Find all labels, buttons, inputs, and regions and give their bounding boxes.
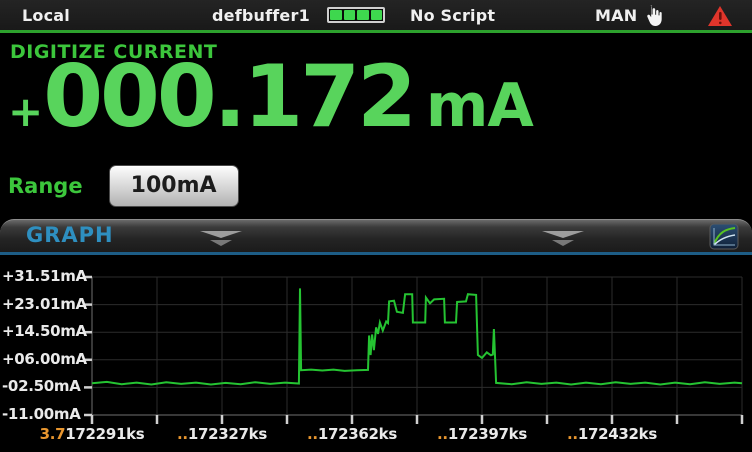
x-tick-value: 172291ks xyxy=(65,425,144,443)
range-button[interactable]: 100mA xyxy=(109,165,239,207)
x-tick-prefix: .. xyxy=(437,425,448,443)
status-buffer-name[interactable]: defbuffer1 xyxy=(212,6,310,25)
y-tick-label: +23.01mA xyxy=(2,295,80,313)
reading-unit: mA xyxy=(426,71,533,141)
x-tick-label: ..172397ks xyxy=(412,425,552,443)
buffer-segment xyxy=(330,10,342,20)
instrument-screen: Local defbuffer1 No Script MAN DIGITIZE … xyxy=(0,0,752,452)
graph-section: +31.51mA +23.01mA +14.50mA +06.00mA -02.50mA… xyxy=(0,255,752,452)
warning-triangle-icon[interactable] xyxy=(707,5,733,27)
graph-thumbnail-icon[interactable] xyxy=(709,223,739,250)
hand-pointer-icon xyxy=(640,3,666,29)
y-tick-label: +06.00mA xyxy=(2,350,80,368)
graph-swipe-bar[interactable]: GRAPH xyxy=(0,219,752,252)
graph-plot[interactable] xyxy=(84,271,752,431)
x-tick-prefix: .. xyxy=(177,425,188,443)
buffer-segment xyxy=(344,10,356,20)
y-tick-label: -02.50mA xyxy=(2,377,80,395)
y-tick-label: -11.00mA xyxy=(2,405,80,423)
x-tick-label: ..172432ks xyxy=(542,425,682,443)
x-tick-value: 172432ks xyxy=(578,425,657,443)
status-trigger-mode[interactable]: MAN xyxy=(595,6,637,25)
buffer-segment xyxy=(357,10,369,20)
x-tick-value: 172327ks xyxy=(188,425,267,443)
x-tick-value: 172362ks xyxy=(318,425,397,443)
reading-sign: + xyxy=(8,87,43,136)
buffer-fill-indicator[interactable] xyxy=(327,7,385,23)
y-tick-label: +31.51mA xyxy=(2,267,80,285)
range-row: Range 100mA xyxy=(8,165,239,207)
x-tick-prefix: .. xyxy=(307,425,318,443)
x-tick-prefix: 3.7 xyxy=(40,425,66,443)
main-reading: + 000.172 mA xyxy=(8,52,533,142)
buffer-segment xyxy=(371,10,383,20)
status-bar: Local defbuffer1 No Script MAN xyxy=(0,0,752,30)
x-tick-label: ..172362ks xyxy=(282,425,422,443)
status-local[interactable]: Local xyxy=(22,6,70,25)
x-tick-label: 3.7172291ks xyxy=(22,425,162,443)
reading-digits: 000.172 xyxy=(43,52,414,142)
green-divider-line xyxy=(0,30,752,33)
x-tick-value: 172397ks xyxy=(448,425,527,443)
status-script[interactable]: No Script xyxy=(410,6,495,25)
graph-panel-title: GRAPH xyxy=(26,223,114,247)
range-label: Range xyxy=(8,174,83,198)
swipe-handle-left-icon[interactable] xyxy=(199,231,243,246)
swipe-handle-right-icon[interactable] xyxy=(541,231,585,246)
y-tick-label: +14.50mA xyxy=(2,322,80,340)
x-tick-label: ..172327ks xyxy=(152,425,292,443)
x-tick-prefix: .. xyxy=(567,425,578,443)
